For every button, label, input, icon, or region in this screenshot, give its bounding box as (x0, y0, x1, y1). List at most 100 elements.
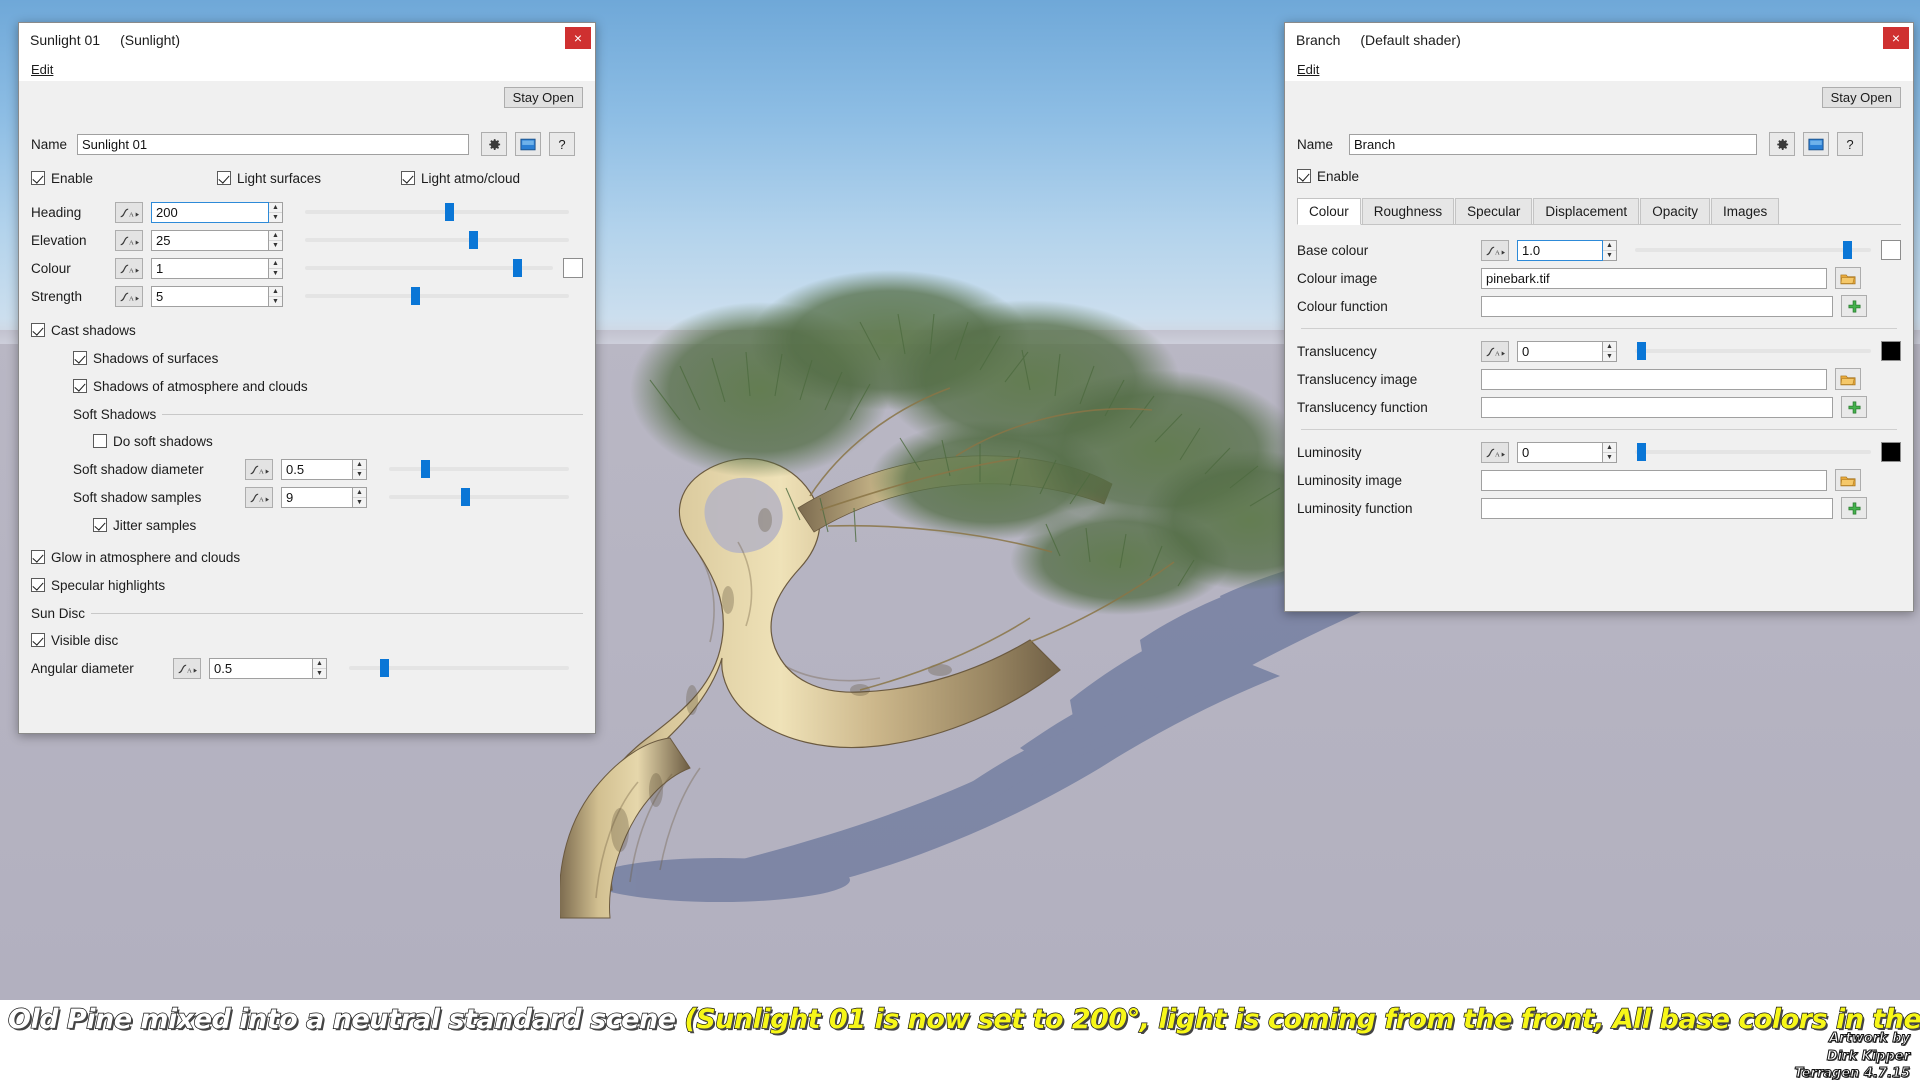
strength-function-icon[interactable]: A (115, 285, 143, 307)
help-icon[interactable]: ? (1837, 132, 1863, 156)
sunlight-window[interactable]: Sunlight 01 (Sunlight) × Edit Stay Open … (18, 22, 596, 734)
soft-shadow-samples-slider[interactable] (389, 488, 569, 506)
translucency-input[interactable]: 0 (1517, 340, 1603, 362)
preview-icon[interactable] (515, 132, 541, 156)
gear-icon[interactable] (1769, 132, 1795, 156)
luminosity-function-input[interactable] (1481, 497, 1833, 519)
colour-swatch[interactable] (563, 258, 583, 278)
base-colour-slider[interactable] (1635, 241, 1871, 259)
help-icon[interactable]: ? (549, 132, 575, 156)
heading-stepper[interactable]: ▲ ▼ (269, 201, 283, 223)
angular-diameter-label: Angular diameter (31, 660, 134, 676)
strength-slider[interactable] (305, 287, 569, 305)
branch-window[interactable]: Branch (Default shader) × Edit Stay Open… (1284, 22, 1914, 612)
luminosity-stepper[interactable]: ▲ ▼ (1603, 441, 1617, 463)
colour-slider[interactable] (305, 259, 553, 277)
base-colour-function-icon[interactable]: A (1481, 239, 1509, 261)
checkbox-cast-shadows[interactable]: Cast shadows (31, 323, 136, 338)
translucency-function-input[interactable] (1481, 396, 1833, 418)
checkbox-do-soft-shadows[interactable]: Do soft shadows (93, 434, 213, 449)
branch-titlebar[interactable]: Branch (Default shader) × (1285, 23, 1913, 57)
elevation-input[interactable]: 25 (151, 229, 269, 251)
angular-diameter-slider[interactable] (349, 659, 569, 677)
name-input[interactable]: Sunlight 01 (77, 133, 469, 155)
menu-item-edit[interactable]: Edit (1297, 62, 1319, 77)
heading-slider[interactable] (305, 203, 569, 221)
menu-item-edit[interactable]: Edit (31, 62, 53, 77)
colour-function-input[interactable] (1481, 295, 1833, 317)
luminosity-image-label: Luminosity image (1297, 472, 1403, 488)
translucency-stepper[interactable]: ▲ ▼ (1603, 340, 1617, 362)
luminosity-input[interactable]: 0 (1517, 441, 1603, 463)
base-colour-input[interactable]: 1.0 (1517, 239, 1603, 261)
sunlight-menubar[interactable]: Edit (19, 57, 595, 81)
folder-icon[interactable] (1835, 368, 1861, 390)
divider (1301, 328, 1897, 329)
preview-icon[interactable] (1803, 132, 1829, 156)
colour-function-icon[interactable]: A (115, 257, 143, 279)
checkbox-shadows-of-atmosphere[interactable]: Shadows of atmosphere and clouds (73, 379, 308, 394)
elevation-function-icon[interactable]: A (115, 229, 143, 251)
checkbox-glow-in-atmosphere[interactable]: Glow in atmosphere and clouds (31, 550, 240, 565)
soft-shadow-samples-function-icon[interactable]: A (245, 486, 273, 508)
soft-shadow-diameter-stepper[interactable]: ▲ ▼ (353, 458, 367, 480)
shader-tabs[interactable]: Colour Roughness Specular Displacement O… (1297, 197, 1901, 225)
checkbox-visible-disc[interactable]: Visible disc (31, 633, 118, 648)
soft-shadow-diameter-function-icon[interactable]: A (245, 458, 273, 480)
close-icon[interactable]: × (1883, 27, 1909, 49)
plus-icon[interactable] (1841, 396, 1867, 418)
angular-diameter-function-icon[interactable]: A (173, 657, 201, 679)
luminosity-swatch[interactable] (1881, 442, 1901, 462)
tab-colour[interactable]: Colour (1297, 198, 1361, 225)
translucency-image-label: Translucency image (1297, 371, 1418, 387)
translucency-function-icon[interactable]: A (1481, 340, 1509, 362)
heading-function-icon[interactable]: A (115, 201, 143, 223)
svg-text:A: A (129, 211, 134, 218)
stay-open-button[interactable]: Stay Open (1821, 87, 1901, 108)
strength-input[interactable]: 5 (151, 285, 269, 307)
translucency-image-input[interactable] (1481, 368, 1827, 390)
close-icon[interactable]: × (565, 27, 591, 49)
elevation-slider[interactable] (305, 231, 569, 249)
branch-menubar[interactable]: Edit (1285, 57, 1913, 81)
folder-icon[interactable] (1835, 469, 1861, 491)
base-colour-stepper[interactable]: ▲ ▼ (1603, 239, 1617, 261)
soft-shadow-samples-stepper[interactable]: ▲ ▼ (353, 486, 367, 508)
plus-icon[interactable] (1841, 295, 1867, 317)
translucency-slider[interactable] (1635, 342, 1871, 360)
translucency-swatch[interactable] (1881, 341, 1901, 361)
tab-images[interactable]: Images (1710, 198, 1780, 224)
luminosity-image-input[interactable] (1481, 469, 1827, 491)
checkbox-jitter-samples[interactable]: Jitter samples (93, 518, 196, 533)
colour-stepper[interactable]: ▲ ▼ (269, 257, 283, 279)
angular-diameter-stepper[interactable]: ▲ ▼ (313, 657, 327, 679)
checkbox-enable[interactable]: Enable (31, 171, 217, 186)
soft-shadow-samples-input[interactable]: 9 (281, 486, 353, 508)
sunlight-titlebar[interactable]: Sunlight 01 (Sunlight) × (19, 23, 595, 57)
tab-opacity[interactable]: Opacity (1640, 198, 1710, 224)
checkbox-light-atmo-cloud[interactable]: Light atmo/cloud (401, 171, 520, 186)
heading-input[interactable]: 200 (151, 201, 269, 223)
folder-icon[interactable] (1835, 267, 1861, 289)
tab-displacement[interactable]: Displacement (1533, 198, 1640, 224)
stay-open-button[interactable]: Stay Open (503, 87, 583, 108)
strength-stepper[interactable]: ▲ ▼ (269, 285, 283, 307)
checkbox-specular-highlights[interactable]: Specular highlights (31, 578, 165, 593)
tab-roughness[interactable]: Roughness (1361, 198, 1455, 224)
gear-icon[interactable] (481, 132, 507, 156)
checkbox-shadows-of-surfaces[interactable]: Shadows of surfaces (73, 351, 218, 366)
plus-icon[interactable] (1841, 497, 1867, 519)
tab-specular[interactable]: Specular (1455, 198, 1533, 224)
colour-image-input[interactable]: pinebark.tif (1481, 267, 1827, 289)
base-colour-swatch[interactable] (1881, 240, 1901, 260)
name-input[interactable]: Branch (1349, 133, 1757, 155)
soft-shadow-diameter-input[interactable]: 0.5 (281, 458, 353, 480)
checkbox-enable[interactable]: Enable (1297, 169, 1359, 184)
elevation-stepper[interactable]: ▲ ▼ (269, 229, 283, 251)
colour-input[interactable]: 1 (151, 257, 269, 279)
soft-shadow-diameter-slider[interactable] (389, 460, 569, 478)
checkbox-light-surfaces[interactable]: Light surfaces (217, 171, 401, 186)
luminosity-function-icon[interactable]: A (1481, 441, 1509, 463)
angular-diameter-input[interactable]: 0.5 (209, 657, 313, 679)
luminosity-slider[interactable] (1635, 443, 1871, 461)
